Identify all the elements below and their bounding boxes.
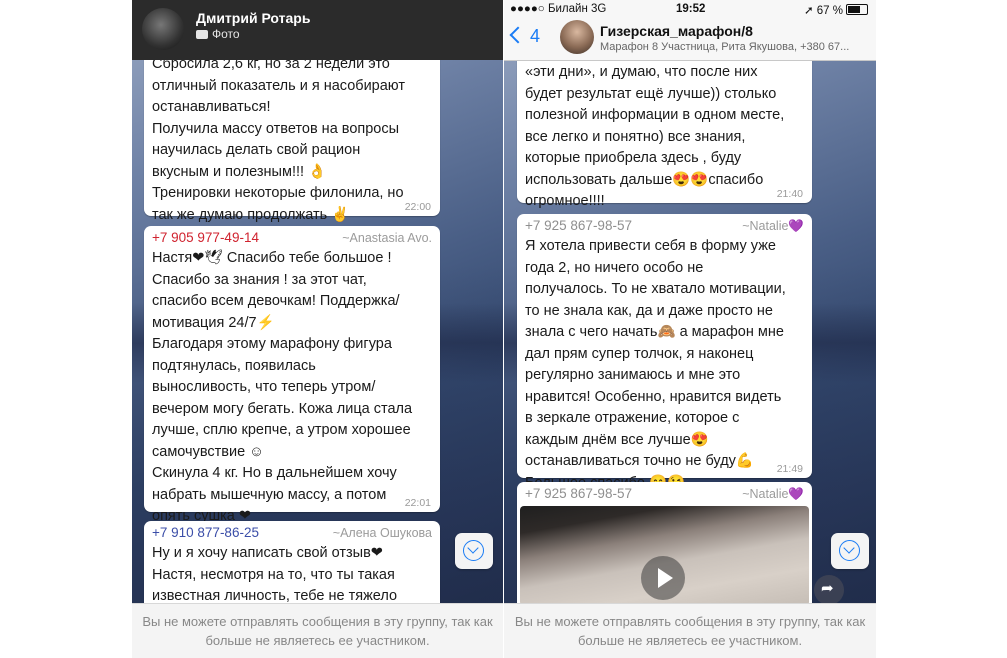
message-line: спасибо всем девочкам! Поддержка/ <box>152 293 400 309</box>
message-line: останавливаться точно не буду💪 <box>525 453 754 469</box>
chat-header[interactable]: 4 Гизерская_марафон/8 Марафон 8 Участниц… <box>504 20 876 61</box>
chat-header[interactable]: Дмитрий Ротарь Фото <box>132 0 503 60</box>
scroll-down-button[interactable] <box>831 533 869 569</box>
message-time: 22:01 <box>404 497 431 509</box>
message-line: Настя❤🕊 Спасибо тебе большое ! <box>152 250 392 266</box>
message-line: Я хотела привести себя в форму уже <box>525 238 776 254</box>
back-button[interactable]: 4 <box>509 26 541 47</box>
message-line: лучше, сплю крепче, а утром хорошее <box>152 422 411 438</box>
message-line: Скинула 4 кг. Но в дальнейшем хочу <box>152 465 397 481</box>
message-line: будет результат ещё лучше)) столько <box>525 85 777 102</box>
message-line: мотивация 24/7⚡ <box>152 314 275 331</box>
message-bubble[interactable]: +7 905 977-49-14 ~Anastasia Avo. Настя❤🕊… <box>144 226 440 524</box>
message-line: останавливаться! <box>152 99 271 115</box>
sender-phone[interactable]: +7 925 867-98-57 <box>525 484 632 504</box>
scroll-down-icon <box>839 540 860 561</box>
message-line: Благодаря этому марафону фигура <box>152 336 392 352</box>
message-line: года 2, но ничего особо не <box>525 259 704 276</box>
message-line: Спасибо за знания ! за этот чат, <box>152 271 367 288</box>
message-line: подтянулась, появилась <box>152 357 316 374</box>
message-line: в зеркале отражение, которое с <box>525 410 740 426</box>
message-line: набрать мышечную массу, а потом <box>152 486 387 503</box>
back-chevron-icon <box>509 26 527 44</box>
forward-icon[interactable] <box>814 575 844 605</box>
camera-icon <box>196 30 208 39</box>
message-line: каждым днём все лучше😍 <box>525 431 709 448</box>
play-icon[interactable] <box>641 556 685 600</box>
message-line: Получила массу ответов на вопросы <box>152 120 400 137</box>
back-count: 4 <box>530 26 541 46</box>
contact-name: Дмитрий Ротарь <box>196 10 311 26</box>
sender-alias: ~Natalie💜 <box>742 487 804 501</box>
message-line: вечером могу бегать. Кожа лица стала <box>152 400 413 417</box>
message-line: огромное!!!! <box>525 193 605 209</box>
status-text: Фото <box>212 27 240 41</box>
group-title: Гизерская_марафон/8 <box>600 23 753 39</box>
sender-alias: ~Natalie💜 <box>742 219 804 233</box>
carrier-name: Билайн <box>547 3 588 15</box>
message-line: Тренировки некоторые филонила, но <box>152 185 404 201</box>
status-bar: ●●●●○ Билайн 3G 19:52 ➚ 67 % <box>504 0 876 20</box>
sender-phone[interactable]: +7 905 977-49-14 <box>152 228 259 248</box>
sender-phone[interactable]: +7 910 877-86-25 <box>152 523 259 543</box>
group-avatar[interactable] <box>560 20 594 54</box>
message-line: знала с чего начать🙈 а марафон мне <box>525 324 784 340</box>
media-message-bubble[interactable]: +7 925 867-98-57 ~Natalie💜 <box>517 482 812 622</box>
read-only-notice: Вы не можете отправлять сообщения в эту … <box>132 603 503 658</box>
battery-icon <box>846 4 868 15</box>
scroll-down-icon <box>463 540 484 561</box>
message-line: «эти дни», и думаю, что после них <box>525 64 758 80</box>
message-bubble[interactable]: +7 925 867-98-57 ~Natalie💜 Я хотела прив… <box>517 214 812 491</box>
message-line: все легко и понятно) все знания, <box>525 128 746 145</box>
message-time: 22:00 <box>404 201 431 213</box>
network-type: 3G <box>591 3 607 15</box>
message-line: дал прям супер толчок, я наконец <box>525 345 754 362</box>
message-line: использовать дальше😍😍спасибо <box>525 171 764 188</box>
message-line: получалось. То не хватало мотивации, <box>525 281 786 297</box>
message-line: регулярно занимаюсь и мне это <box>525 367 741 383</box>
message-line: вкусным и полезным!!! 👌 <box>152 163 327 180</box>
message-line: отличный показатель и я насобирают <box>152 77 406 94</box>
sender-phone[interactable]: +7 925 867-98-57 <box>525 216 632 236</box>
right-chat-screenshot: ●●●●○ Билайн 3G 19:52 ➚ 67 % 4 Гизерская… <box>504 0 876 658</box>
message-line: научилась делать свой рацион <box>152 142 361 158</box>
carrier-info: ●●●●○ Билайн 3G <box>510 3 607 15</box>
message-line: выносливость, что теперь утром/ <box>152 379 376 395</box>
message-sender-row: +7 910 877-86-25 ~Алена Ошукова <box>152 523 432 543</box>
message-sender-row: +7 925 867-98-57 ~Natalie💜 <box>525 484 804 504</box>
scroll-down-button[interactable] <box>455 533 493 569</box>
message-line: так же думаю продолжать ✌ <box>152 206 350 223</box>
sender-alias: ~Anastasia Avo. <box>342 231 432 245</box>
sender-alias: ~Алена Ошукова <box>332 526 432 540</box>
message-line: самочувствие ☺ <box>152 443 264 460</box>
battery-info: ➚ 67 % <box>804 3 868 17</box>
battery-level: 67 % <box>816 5 843 17</box>
message-time: 21:49 <box>776 463 803 475</box>
video-thumbnail[interactable] <box>520 506 809 606</box>
message-time: 21:40 <box>776 188 803 200</box>
message-line: Настя, несмотря на то, что ты такая <box>152 566 395 583</box>
message-bubble[interactable]: «эти дни», и думаю, что после них будет … <box>517 50 812 209</box>
message-line: Ну и я хочу написать свой отзыв❤ <box>152 545 383 561</box>
message-line: то не знала как, да и даже просто не <box>525 302 773 319</box>
message-sender-row: +7 905 977-49-14 ~Anastasia Avo. <box>152 228 432 248</box>
group-members: Марафон 8 Участница, Рита Якушова, +380 … <box>600 41 850 53</box>
message-sender-row: +7 925 867-98-57 ~Natalie💜 <box>525 216 804 236</box>
read-only-notice: Вы не можете отправлять сообщения в эту … <box>504 603 876 658</box>
message-line: нравится! Особенно, нравится видеть <box>525 388 782 405</box>
contact-status: Фото <box>196 27 240 41</box>
left-chat-screenshot: Дмитрий Ротарь Фото Сбросила 2,6 кг, но … <box>132 0 503 658</box>
message-line: которые приобрела здесь , буду <box>525 150 742 166</box>
message-bubble[interactable]: Сбросила 2,6 кг, но за 2 недели это отли… <box>144 52 440 223</box>
clock: 19:52 <box>676 3 706 15</box>
message-line: полезной информации в одном месте, <box>525 107 785 123</box>
avatar[interactable] <box>142 8 184 50</box>
